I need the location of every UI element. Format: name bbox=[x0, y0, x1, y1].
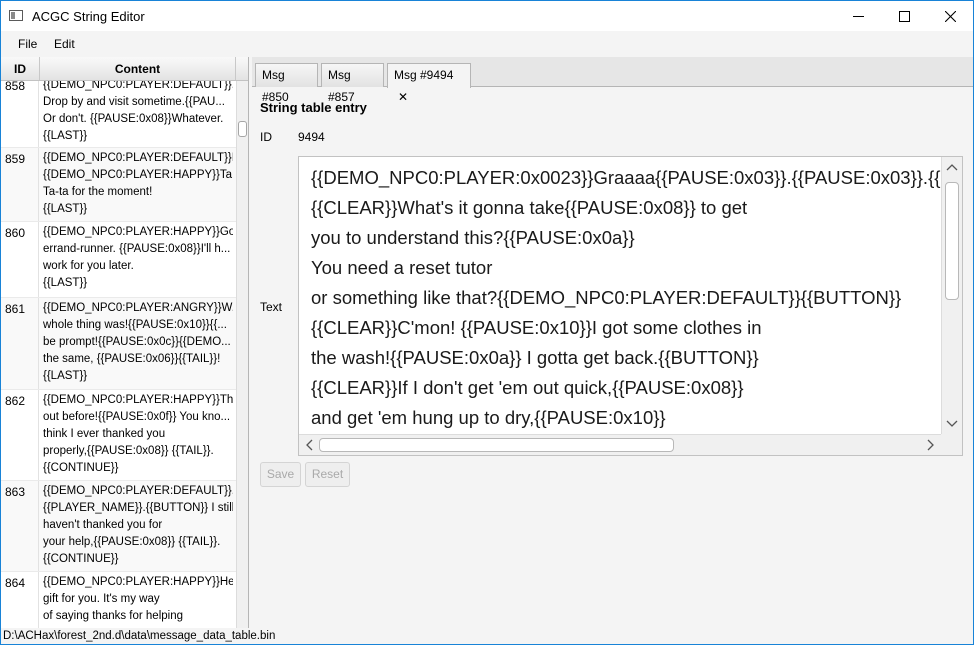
scrollbar-corner bbox=[941, 434, 962, 455]
window-app-icon bbox=[9, 10, 23, 21]
scroll-right-icon[interactable] bbox=[927, 439, 935, 451]
scroll-down-icon[interactable] bbox=[946, 420, 958, 428]
maximize-button[interactable] bbox=[881, 1, 927, 31]
tab-msg-850[interactable]: Msg #850 bbox=[255, 63, 318, 104]
status-bar-path: D:\ACHax\forest_2nd.d\data\message_data_… bbox=[1, 628, 973, 644]
text-line: the wash!{{PAUSE:0x0a}} I gotta get back… bbox=[311, 347, 759, 368]
tab-bar: Msg #850 Msg #857 Msg #9494✕ bbox=[252, 57, 973, 104]
tab-close-icon[interactable]: ✕ bbox=[398, 86, 408, 108]
title-bar: ACGC String Editor bbox=[1, 1, 973, 31]
id-value: 9494 bbox=[298, 130, 325, 144]
row-id: 862 bbox=[1, 390, 39, 480]
column-header-id[interactable]: ID bbox=[1, 57, 40, 80]
table-header: ID Content bbox=[1, 57, 236, 81]
string-table: ID Content 858 {{DEMO_NPC0:PLAYER:DEFAUL… bbox=[1, 57, 249, 628]
tab-label: Msg #850 bbox=[262, 68, 289, 104]
id-label: ID bbox=[260, 130, 272, 144]
row-id: 863 bbox=[1, 481, 39, 571]
table-row[interactable]: 864 {{DEMO_NPC0:PLAYER:HAPPY}}He... gift… bbox=[1, 572, 236, 628]
row-content: {{DEMO_NPC0:PLAYER:DEFAULT}}... {{PLAYER… bbox=[43, 485, 233, 565]
row-id: 859 bbox=[1, 148, 39, 221]
text-label: Text bbox=[260, 300, 283, 314]
row-id: 864 bbox=[1, 572, 39, 628]
menu-edit[interactable]: Edit bbox=[54, 37, 75, 51]
window-title: ACGC String Editor bbox=[32, 9, 145, 24]
save-button[interactable]: Save bbox=[260, 462, 301, 487]
close-button[interactable] bbox=[927, 1, 973, 31]
row-content: {{DEMO_NPC0:PLAYER:HAPPY}}He... gift for… bbox=[43, 576, 233, 622]
table-row[interactable]: 860 {{DEMO_NPC0:PLAYER:HAPPY}}Go... erra… bbox=[1, 222, 236, 298]
row-content: {{DEMO_NPC0:PLAYER:HAPPY}}Th... out befo… bbox=[43, 394, 233, 474]
reset-button[interactable]: Reset bbox=[305, 462, 350, 487]
row-id: 860 bbox=[1, 222, 39, 297]
text-line: {{CLEAR}}If I don't get 'em out quick,{{… bbox=[311, 377, 744, 398]
minimize-icon bbox=[852, 15, 864, 17]
text-editor-content[interactable]: {{DEMO_NPC0:PLAYER:0x0023}}Graaaa{{PAUSE… bbox=[311, 163, 941, 433]
close-icon bbox=[944, 10, 956, 22]
text-line: and get 'em hung up to dry,{{PAUSE:0x10}… bbox=[311, 407, 666, 428]
tab-msg-9494[interactable]: Msg #9494✕ bbox=[387, 63, 471, 104]
text-line: {{DEMO_NPC0:PLAYER:0x0023}}Graaaa{{PAUSE… bbox=[311, 167, 941, 188]
editor-horizontal-scrollbar[interactable] bbox=[299, 434, 941, 455]
editor-vertical-thumb[interactable] bbox=[945, 182, 959, 300]
table-row[interactable]: 863 {{DEMO_NPC0:PLAYER:DEFAULT}}... {{PL… bbox=[1, 481, 236, 572]
text-line: You need a reset tutor bbox=[311, 257, 493, 278]
text-line: you to understand this?{{PAUSE:0x0a}} bbox=[311, 227, 635, 248]
scroll-left-icon[interactable] bbox=[305, 439, 313, 451]
table-row[interactable]: 861 {{DEMO_NPC0:PLAYER:ANGRY}}W... whole… bbox=[1, 298, 236, 390]
text-line: or something like that?{{DEMO_NPC0:PLAYE… bbox=[311, 287, 902, 308]
tab-label: Msg #9494 bbox=[394, 68, 454, 82]
table-header-corner bbox=[236, 57, 248, 81]
text-editor[interactable]: {{DEMO_NPC0:PLAYER:0x0023}}Graaaa{{PAUSE… bbox=[298, 156, 963, 456]
column-header-content[interactable]: Content bbox=[40, 57, 236, 80]
scroll-up-icon[interactable] bbox=[946, 163, 958, 171]
text-line: {{CLEAR}}C'mon! {{PAUSE:0x10}}I got some… bbox=[311, 317, 762, 338]
row-content: {{DEMO_NPC0:PLAYER:DEFAULT}}... Drop by … bbox=[43, 81, 233, 142]
section-title: String table entry bbox=[260, 100, 367, 115]
row-content: {{DEMO_NPC0:PLAYER:ANGRY}}W... whole thi… bbox=[43, 302, 233, 382]
row-content: {{DEMO_NPC0:PLAYER:DEFAULT}}I... {{DEMO_… bbox=[43, 152, 233, 215]
menu-file[interactable]: File bbox=[18, 37, 37, 51]
tab-label: Msg #857 bbox=[328, 68, 355, 104]
table-scrollbar-thumb[interactable] bbox=[238, 121, 247, 137]
table-rows: 858 {{DEMO_NPC0:PLAYER:DEFAULT}}... Drop… bbox=[1, 81, 236, 628]
row-id: 861 bbox=[1, 298, 39, 389]
app-window: ACGC String Editor File Edit ID Content … bbox=[0, 0, 974, 645]
tab-msg-857[interactable]: Msg #857 bbox=[321, 63, 384, 104]
table-vertical-scrollbar[interactable] bbox=[236, 81, 248, 628]
menu-bar: File Edit bbox=[1, 31, 973, 56]
maximize-icon bbox=[898, 10, 910, 22]
row-id: 858 bbox=[1, 81, 39, 147]
table-row[interactable]: 862 {{DEMO_NPC0:PLAYER:HAPPY}}Th... out … bbox=[1, 390, 236, 481]
editor-vertical-scrollbar[interactable] bbox=[941, 157, 962, 434]
table-row[interactable]: 859 {{DEMO_NPC0:PLAYER:DEFAULT}}I... {{D… bbox=[1, 148, 236, 222]
minimize-button[interactable] bbox=[835, 1, 881, 31]
editor-horizontal-thumb[interactable] bbox=[319, 438, 674, 452]
row-content: {{DEMO_NPC0:PLAYER:HAPPY}}Go... errand-r… bbox=[43, 226, 233, 289]
text-line: {{CLEAR}}What's it gonna take{{PAUSE:0x0… bbox=[311, 197, 748, 218]
table-row[interactable]: 858 {{DEMO_NPC0:PLAYER:DEFAULT}}... Drop… bbox=[1, 81, 236, 148]
